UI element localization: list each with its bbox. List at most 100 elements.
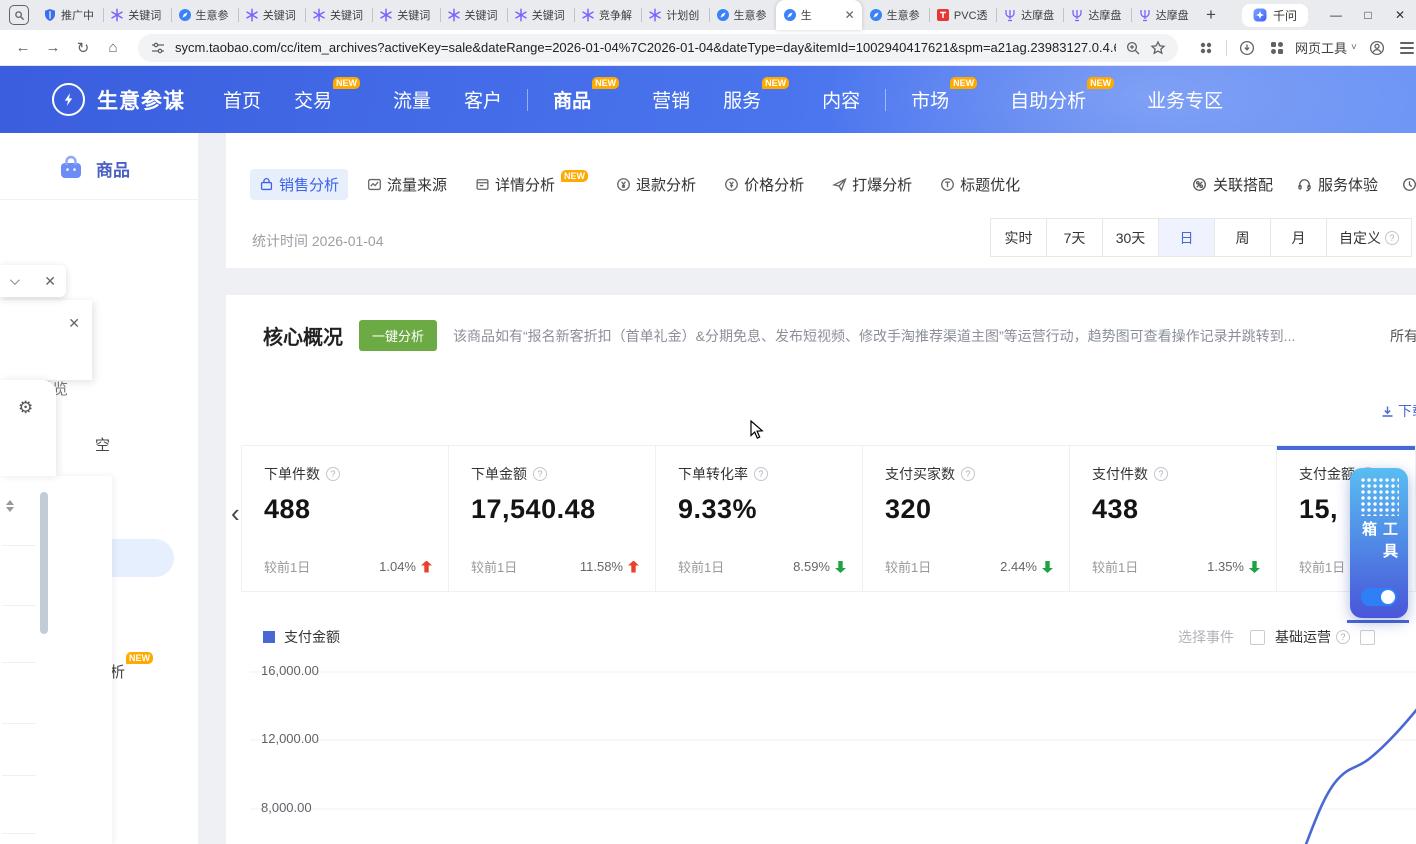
browser-tab[interactable]: 计划创: [641, 0, 708, 30]
tab-详情分析[interactable]: 详情分析NEW: [466, 169, 597, 200]
nav-item-业务专区[interactable]: 业务专区: [1147, 86, 1223, 113]
reload-icon[interactable]: ↻: [68, 33, 98, 63]
range-日[interactable]: 日: [1158, 218, 1215, 257]
nav-item-商品[interactable]: 商品NEW: [553, 86, 619, 113]
profile-avatar[interactable]: [1363, 34, 1391, 62]
browser-tab[interactable]: 关键词: [440, 0, 507, 30]
browser-tab[interactable]: 关键词: [238, 0, 305, 30]
browser-tab[interactable]: 竞争解: [574, 0, 641, 30]
close-button[interactable]: ✕: [1384, 0, 1416, 30]
tab-价格分析[interactable]: 价格分析: [715, 169, 813, 200]
gear-icon[interactable]: ⚙: [18, 398, 33, 418]
browser-tab[interactable]: 推广中: [36, 0, 103, 30]
browser-tab[interactable]: 生意参: [862, 0, 929, 30]
help-icon[interactable]: ?: [1385, 231, 1399, 245]
forward-icon[interactable]: →: [38, 33, 68, 63]
tab-打爆分析[interactable]: 打爆分析: [823, 169, 921, 200]
browser-tab[interactable]: 生意参: [709, 0, 776, 30]
nav-item-内容[interactable]: 内容: [822, 86, 860, 113]
brand[interactable]: 生意参谋: [52, 83, 185, 116]
address-bar[interactable]: sycm.taobao.com/cc/item_archives?activeK…: [138, 34, 1178, 62]
tool-服务体验[interactable]: 服务体验: [1297, 174, 1378, 195]
site-settings-icon[interactable]: [150, 40, 166, 56]
tool-partial[interactable]: [1402, 177, 1416, 192]
event-checkbox[interactable]: [1360, 630, 1375, 645]
select-events-label[interactable]: 选择事件: [1178, 627, 1234, 647]
nav-item-市场[interactable]: 市场NEW: [911, 86, 977, 113]
event-option-基础运营[interactable]: 基础运营?: [1275, 627, 1350, 647]
nav-item-服务[interactable]: 服务NEW: [723, 86, 789, 113]
zoom-page-icon[interactable]: [1125, 40, 1141, 56]
sort-icon[interactable]: [6, 500, 14, 512]
help-icon[interactable]: ?: [533, 467, 547, 481]
help-icon[interactable]: ?: [326, 467, 340, 481]
maximize-button[interactable]: □: [1352, 0, 1384, 30]
nav-item-首页[interactable]: 首页: [223, 86, 261, 113]
browser-tab[interactable]: 关键词: [507, 0, 574, 30]
web-tools-label[interactable]: 网页工具: [1295, 38, 1347, 57]
tab-标题优化[interactable]: 标题优化: [931, 169, 1029, 200]
browser-tab[interactable]: 达摩盘: [996, 0, 1063, 30]
browser-tab[interactable]: PVC透: [929, 0, 996, 30]
tool-关联搭配[interactable]: 关联搭配: [1192, 174, 1273, 195]
bookmark-star-icon[interactable]: [1150, 40, 1166, 56]
metric-card-下单件数[interactable]: 下单件数?488较前1日1.04%: [242, 446, 449, 591]
range-自定义[interactable]: 自定义?: [1326, 218, 1412, 257]
browser-menu-icon[interactable]: [1393, 34, 1416, 62]
metric-card-支付件数[interactable]: 支付件数?438较前1日1.35%: [1070, 446, 1277, 591]
home-icon[interactable]: ⌂: [98, 33, 128, 63]
scrollbar-thumb[interactable]: [40, 492, 48, 634]
help-icon[interactable]: ?: [1154, 467, 1168, 481]
close-icon[interactable]: ✕: [68, 316, 80, 330]
range-7天[interactable]: 7天: [1046, 218, 1103, 257]
payment-amount-chart[interactable]: 16,000.0012,000.008,000.00: [226, 652, 1416, 844]
sidebar-item-partial[interactable]: 空: [95, 434, 110, 455]
toolbox-widget[interactable]: 工具箱: [1350, 468, 1408, 618]
nav-item-交易[interactable]: 交易NEW: [294, 86, 360, 113]
help-icon[interactable]: ?: [754, 467, 768, 481]
all-terms-link[interactable]: 所有: [1390, 326, 1416, 346]
compass-icon: [783, 8, 797, 22]
download-link[interactable]: 下载: [1381, 401, 1416, 421]
browser-tab[interactable]: 生意参: [171, 0, 238, 30]
help-icon[interactable]: ?: [961, 467, 975, 481]
range-周[interactable]: 周: [1214, 218, 1271, 257]
chevron-down-icon[interactable]: ˅: [1351, 42, 1357, 53]
extensions-icon[interactable]: [1192, 34, 1220, 62]
browser-tab[interactable]: 关键词: [372, 0, 439, 30]
close-icon[interactable]: ✕: [44, 274, 56, 288]
browser-tab[interactable]: 关键词: [103, 0, 170, 30]
browser-tab[interactable]: 关键词: [305, 0, 372, 30]
back-icon[interactable]: ←: [8, 33, 38, 63]
range-30天[interactable]: 30天: [1102, 218, 1159, 257]
qianwen-button[interactable]: 千问: [1242, 4, 1308, 27]
tab-close-icon[interactable]: ✕: [845, 8, 855, 22]
url-text[interactable]: sycm.taobao.com/cc/item_archives?activeK…: [175, 40, 1116, 55]
browser-tab[interactable]: 生✕: [776, 0, 862, 30]
nav-item-客户[interactable]: 客户: [464, 86, 502, 113]
nav-item-流量[interactable]: 流量: [393, 86, 431, 113]
carousel-left-arrow[interactable]: ‹: [231, 500, 240, 526]
tab-search-icon[interactable]: [9, 5, 29, 25]
chevron-down-icon[interactable]: [10, 275, 20, 285]
one-click-analyze-button[interactable]: 一键分析: [359, 320, 437, 351]
metric-card-下单转化率[interactable]: 下单转化率?9.33%较前1日8.59%: [656, 446, 863, 591]
tab-销售分析[interactable]: 销售分析: [250, 169, 348, 200]
range-实时[interactable]: 实时: [990, 218, 1047, 257]
nav-item-自助分析[interactable]: 自助分析NEW: [1010, 86, 1114, 113]
tab-流量来源[interactable]: 流量来源: [358, 169, 456, 200]
download-icon[interactable]: [1233, 34, 1261, 62]
new-tab-button[interactable]: +: [1198, 5, 1224, 25]
toolbox-toggle[interactable]: [1361, 588, 1397, 606]
nav-item-营销[interactable]: 营销: [652, 86, 690, 113]
range-月[interactable]: 月: [1270, 218, 1327, 257]
browser-tab[interactable]: 达摩盘: [1131, 0, 1198, 30]
web-tools-grid-icon[interactable]: [1263, 34, 1291, 62]
minimize-button[interactable]: —: [1320, 0, 1352, 30]
help-icon[interactable]: ?: [1336, 630, 1350, 644]
browser-tab[interactable]: 达摩盘: [1063, 0, 1130, 30]
metric-card-下单金额[interactable]: 下单金额?17,540.48较前1日11.58%: [449, 446, 656, 591]
tab-退款分析[interactable]: 退款分析: [607, 169, 705, 200]
metric-card-支付买家数[interactable]: 支付买家数?320较前1日2.44%: [863, 446, 1070, 591]
event-checkbox[interactable]: [1250, 630, 1265, 645]
